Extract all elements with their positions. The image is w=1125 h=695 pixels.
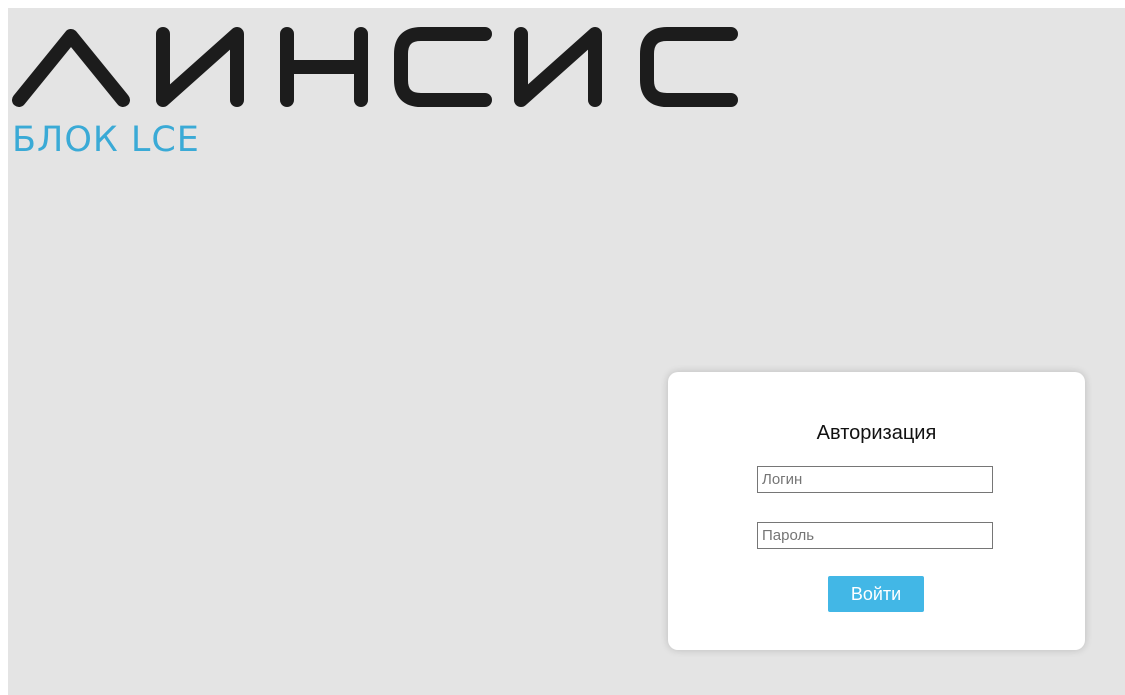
login-button[interactable]: Войти xyxy=(828,576,924,612)
linsis-logo: ЛИНСИС БЛОК LCE xyxy=(11,16,741,166)
login-page: ЛИНСИС БЛОК LCE Авторизация xyxy=(8,8,1125,695)
login-card: Авторизация Войти xyxy=(668,372,1085,650)
logo-subtitle: БЛОК LCE xyxy=(12,120,200,160)
logo-wordmark xyxy=(12,27,738,107)
login-input[interactable] xyxy=(757,466,993,493)
password-input[interactable] xyxy=(757,522,993,549)
login-title: Авторизация xyxy=(816,422,937,444)
